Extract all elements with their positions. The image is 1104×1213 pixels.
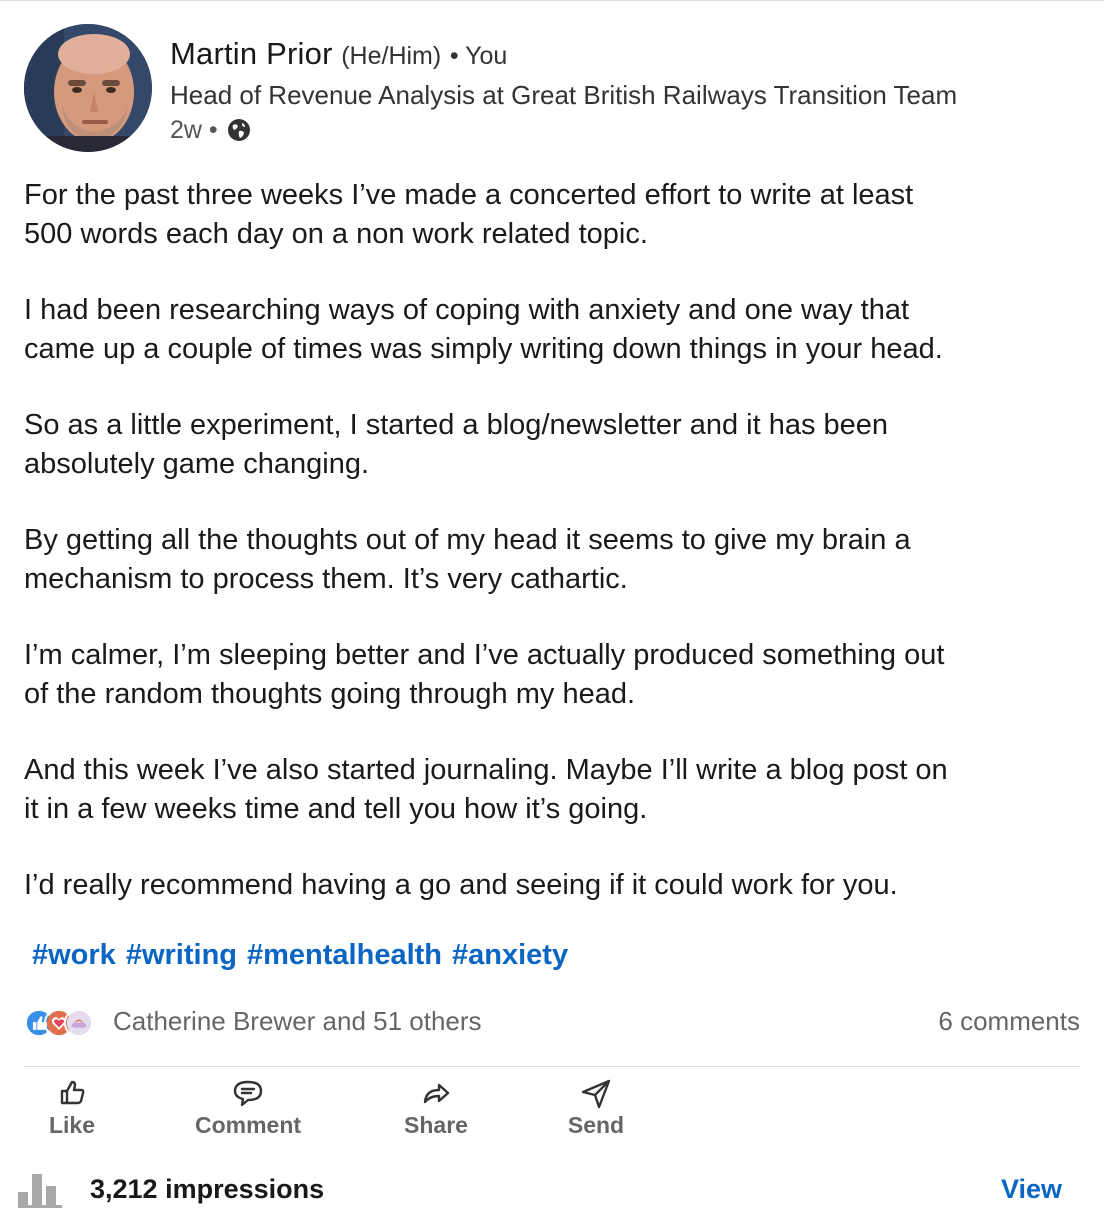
reactors-text[interactable]: Catherine Brewer and 51 others [113,1006,482,1037]
comments-count[interactable]: 6 comments [938,1006,1080,1037]
support-icon [64,1008,94,1038]
post-paragraph: So as a little experiment, I started a b… [24,409,889,480]
post-body: For the past three weeks I’ve made a con… [24,176,1084,943]
action-bar: Like Comment Share Send [24,1076,724,1146]
author-name-line: Martin Prior (He/Him) • You [170,32,1070,78]
comment-label: Comment [194,1112,302,1138]
author-name[interactable]: Martin Prior [170,36,333,71]
author-pronouns: (He/Him) [341,42,442,70]
share-button[interactable]: Share [366,1076,506,1139]
hashtag-mentalhealth[interactable]: #mentalhealth [247,939,442,971]
avatar[interactable] [24,24,152,152]
hashtag-anxiety[interactable]: #anxiety [452,939,568,971]
send-label: Send [567,1112,625,1138]
hashtag-list: #work #writing #mentalhealth #anxiety [32,939,578,972]
post-paragraph: I had been researching ways of coping wi… [24,294,943,365]
reaction-icons[interactable] [24,1008,104,1038]
post-paragraph: And this week I’ve also started journali… [24,754,948,825]
post-time: 2w • [170,116,218,144]
post-paragraph: I’m calmer, I’m sleeping better and I’ve… [24,639,945,710]
thumbs-up-icon [60,1080,85,1105]
top-divider [0,0,1104,1]
post-header: Martin Prior (He/Him) • You Head of Reve… [24,24,1084,154]
impressions-bar: 3,212 impressions View [18,1168,1068,1212]
view-analytics-link[interactable]: View [1001,1174,1062,1205]
like-button[interactable]: Like [2,1076,142,1139]
share-icon [423,1083,450,1104]
post-timestamp-line: 2w • [170,112,1070,148]
comment-button[interactable]: Comment [178,1076,318,1139]
post-paragraph: For the past three weeks I’ve made a con… [24,179,914,250]
share-label: Share [404,1112,468,1138]
send-button[interactable]: Send [526,1076,666,1139]
globe-icon [226,117,252,143]
hashtag-writing[interactable]: #writing [126,939,237,971]
social-counts: Catherine Brewer and 51 others 6 comment… [24,1004,1080,1044]
connection-degree: • You [449,42,508,70]
post-paragraph: By getting all the thoughts out of my he… [24,524,911,595]
send-icon [581,1079,611,1109]
impressions-count: 3,212 impressions [90,1174,325,1204]
author-headline: Head of Revenue Analysis at Great Britis… [170,80,958,110]
hashtag-work[interactable]: #work [32,939,116,971]
comment-icon [233,1080,263,1107]
post-paragraph: I’d really recommend having a go and see… [24,869,898,901]
like-label: Like [48,1112,96,1138]
analytics-bar-chart-icon [18,1174,62,1208]
author-meta: Martin Prior (He/Him) • You Head of Reve… [170,32,1070,148]
actions-divider [24,1066,1080,1067]
